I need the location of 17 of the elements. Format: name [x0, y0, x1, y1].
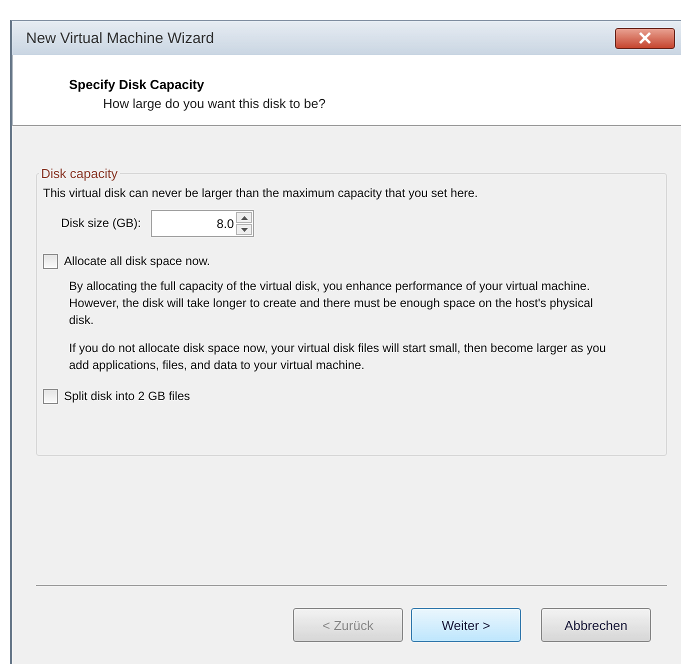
- wizard-button[interactable]: Abbrechen: [541, 608, 651, 642]
- disk-size-label: Disk size (GB):: [61, 215, 142, 232]
- disk-size-spinner[interactable]: 8.0: [151, 210, 254, 237]
- page-title: Specify Disk Capacity: [69, 77, 206, 92]
- checkbox[interactable]: [43, 389, 58, 404]
- close-button[interactable]: [615, 28, 675, 48]
- window-title: New Virtual Machine Wizard: [26, 30, 214, 46]
- page-subtitle: How large do you want this disk to be?: [102, 96, 327, 111]
- group-legend: Disk capacity: [39, 166, 120, 181]
- close-icon: [638, 32, 652, 44]
- checkbox[interactable]: [43, 254, 58, 269]
- wizard-button[interactable]: Weiter >: [411, 608, 521, 642]
- option-description: By allocating the full capacity of the virtual disk, you enhance performance of your virtual machine. However, the disk will take longer to create and there must be enough space on the host's physical disk.: [69, 278, 594, 329]
- option-label: Split disk into 2 GB files: [64, 388, 190, 405]
- option-label: Allocate all disk space now.: [64, 253, 210, 270]
- intro-text: This virtual disk can never be larger than the maximum capacity that you set here.: [43, 185, 479, 202]
- option-description: If you do not allocate disk space now, your virtual disk files will start small, then become larger as you add applications, files, and data to your virtual machine.: [69, 340, 607, 374]
